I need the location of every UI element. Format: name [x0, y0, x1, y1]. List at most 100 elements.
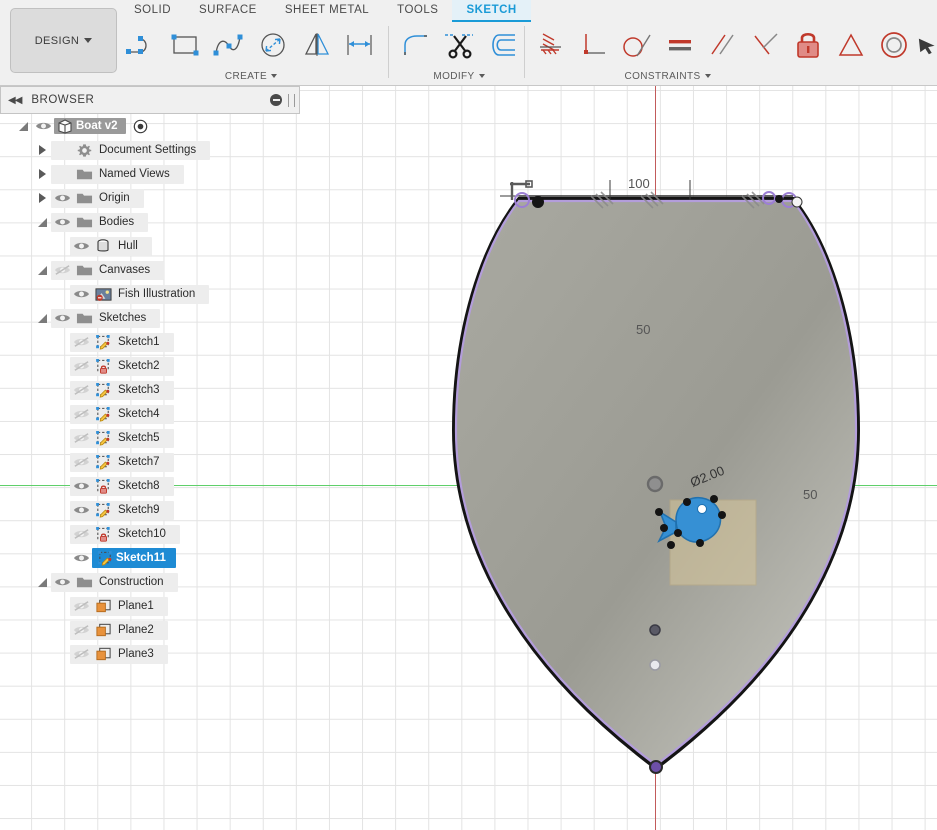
tree-row-bodies[interactable]: Bodies — [0, 210, 300, 234]
visibility-toggle-hidden-icon[interactable] — [70, 432, 92, 444]
tree-row-plane2[interactable]: Plane2 — [0, 618, 300, 642]
width-dimension-label[interactable]: 100 — [628, 176, 650, 191]
equal-icon[interactable] — [659, 22, 702, 68]
trim-scissors-icon[interactable] — [438, 22, 481, 68]
mirror-icon[interactable] — [295, 22, 339, 68]
perpendicular-icon[interactable] — [573, 22, 616, 68]
tree-row-label: Sketch9 — [118, 504, 160, 516]
tab-tools[interactable]: TOOLS — [383, 0, 452, 22]
visibility-toggle-visible-icon[interactable] — [51, 312, 73, 324]
visibility-toggle-visible-icon[interactable] — [70, 552, 92, 564]
tree-row-sketch3[interactable]: Sketch3 — [0, 378, 300, 402]
tree-selection-highlight[interactable]: Sketch11 — [92, 548, 176, 568]
visibility-toggle-hidden-icon[interactable] — [70, 528, 92, 540]
visibility-toggle-visible-icon[interactable] — [32, 120, 54, 132]
tree-row-named-views[interactable]: Named Views — [0, 162, 300, 186]
tree-row-label: Construction — [99, 576, 164, 588]
panel-resize-handle[interactable] — [288, 93, 295, 107]
tree-row-fish-illustration[interactable]: Fish Illustration — [0, 282, 300, 306]
ribbon-group-create-label[interactable]: CREATE — [120, 68, 382, 84]
tree-row-sketch1[interactable]: Sketch1 — [0, 330, 300, 354]
tree-row-label: Plane3 — [118, 648, 154, 660]
visibility-toggle-hidden-icon[interactable] — [70, 384, 92, 396]
tree-row-sketch2[interactable]: Sketch2 — [0, 354, 300, 378]
horizontal-dimension-label[interactable]: 50 — [803, 487, 817, 502]
tree-row-sketch7[interactable]: Sketch7 — [0, 450, 300, 474]
tree-row-label: Named Views — [99, 168, 170, 180]
tree-row-sketch9[interactable]: Sketch9 — [0, 498, 300, 522]
visibility-toggle-hidden-icon[interactable] — [70, 456, 92, 468]
tab-surface[interactable]: SURFACE — [185, 0, 271, 22]
visibility-toggle-visible-icon[interactable] — [70, 504, 92, 516]
ribbon-group-modify-label[interactable]: MODIFY — [395, 68, 523, 84]
concentric-icon[interactable] — [873, 22, 916, 68]
visibility-toggle-visible-icon[interactable] — [70, 480, 92, 492]
tree-row-hull[interactable]: Hull — [0, 234, 300, 258]
visibility-toggle-visible-icon[interactable] — [51, 576, 73, 588]
sketch-canvas[interactable] — [300, 86, 937, 830]
fusion360-window: 100 50 50 Ø2.00 DESIGN SOLID SURFACE SHE… — [0, 0, 937, 830]
sketch-locked-icon — [92, 526, 114, 542]
tab-solid[interactable]: SOLID — [120, 0, 185, 22]
tab-sketch[interactable]: SKETCH — [452, 0, 531, 22]
browser-panel-header: ◀◀ BROWSER — [0, 86, 300, 114]
tree-row-plane1[interactable]: Plane1 — [0, 594, 300, 618]
vertical-dimension-label[interactable]: 50 — [636, 322, 650, 337]
tree-row-construction[interactable]: Construction — [0, 570, 300, 594]
tree-row-sketch8[interactable]: Sketch8 — [0, 474, 300, 498]
visibility-toggle-hidden-icon[interactable] — [70, 408, 92, 420]
select-arrow-icon[interactable] — [916, 22, 937, 68]
fillet-icon[interactable] — [395, 22, 438, 68]
ribbon-separator-1 — [388, 26, 389, 78]
tree-root-highlight[interactable]: Boat v2 — [54, 118, 126, 134]
expander-expanded-icon[interactable] — [33, 313, 51, 323]
expander-expanded-icon[interactable] — [33, 217, 51, 227]
tree-row-document-settings[interactable]: Document Settings — [0, 138, 300, 162]
tree-row-boat-v2[interactable]: Boat v2 — [0, 114, 300, 138]
tree-row-sketch11[interactable]: Sketch11 — [0, 546, 300, 570]
workspace-switcher-button[interactable]: DESIGN — [10, 8, 117, 73]
spline-icon[interactable] — [207, 22, 251, 68]
ribbon-group-constraints-label[interactable]: CONSTRAINTS — [530, 68, 805, 84]
tab-sheet-metal[interactable]: SHEET METAL — [271, 0, 383, 22]
visibility-toggle-visible-icon[interactable] — [51, 192, 73, 204]
browser-tree: Boat v2 Document Settings Named Views Origi… — [0, 114, 300, 666]
minimize-icon[interactable] — [270, 94, 282, 106]
visibility-toggle-hidden-icon[interactable] — [70, 648, 92, 660]
visibility-toggle-hidden-icon[interactable] — [70, 600, 92, 612]
rectangle-icon[interactable] — [164, 22, 208, 68]
visibility-toggle-visible-icon[interactable] — [70, 288, 92, 300]
line-icon[interactable] — [120, 22, 164, 68]
parallel-icon[interactable] — [701, 22, 744, 68]
offset-icon[interactable] — [480, 22, 523, 68]
visibility-toggle-hidden-icon[interactable] — [70, 360, 92, 372]
tree-row-origin[interactable]: Origin — [0, 186, 300, 210]
expander-expanded-icon[interactable] — [14, 121, 32, 131]
visibility-toggle-visible-icon[interactable] — [51, 216, 73, 228]
lock-icon[interactable] — [787, 22, 830, 68]
circle-icon[interactable] — [251, 22, 295, 68]
coincident-icon[interactable] — [744, 22, 787, 68]
tree-row-sketch10[interactable]: Sketch10 — [0, 522, 300, 546]
dimension-icon[interactable] — [338, 22, 382, 68]
visibility-toggle-hidden-icon[interactable] — [70, 624, 92, 636]
expander-collapsed-icon[interactable] — [33, 145, 51, 155]
tree-row-sketches[interactable]: Sketches — [0, 306, 300, 330]
folder-icon — [73, 215, 95, 229]
visibility-toggle-hidden-icon[interactable] — [70, 336, 92, 348]
activate-component-radio[interactable] — [130, 119, 152, 134]
expander-collapsed-icon[interactable] — [33, 193, 51, 203]
tree-row-canvases[interactable]: Canvases — [0, 258, 300, 282]
expander-collapsed-icon[interactable] — [33, 169, 51, 179]
fix-ground-icon[interactable] — [530, 22, 573, 68]
visibility-toggle-hidden-icon[interactable] — [51, 264, 73, 276]
expander-expanded-icon[interactable] — [33, 577, 51, 587]
tree-row-plane3[interactable]: Plane3 — [0, 642, 300, 666]
tangent-icon[interactable] — [616, 22, 659, 68]
collapse-left-icon[interactable]: ◀◀ — [8, 95, 22, 106]
tree-row-sketch5[interactable]: Sketch5 — [0, 426, 300, 450]
expander-expanded-icon[interactable] — [33, 265, 51, 275]
symmetry-icon[interactable] — [830, 22, 873, 68]
visibility-toggle-visible-icon[interactable] — [70, 240, 92, 252]
tree-row-sketch4[interactable]: Sketch4 — [0, 402, 300, 426]
